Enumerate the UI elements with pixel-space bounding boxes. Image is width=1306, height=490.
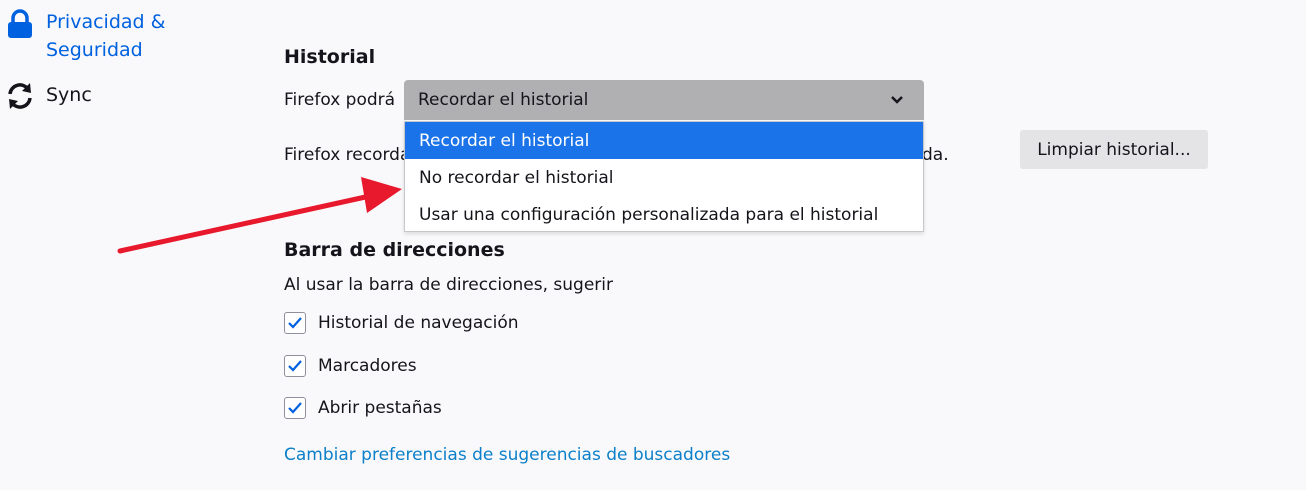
red-arrow-annotation (117, 177, 402, 254)
